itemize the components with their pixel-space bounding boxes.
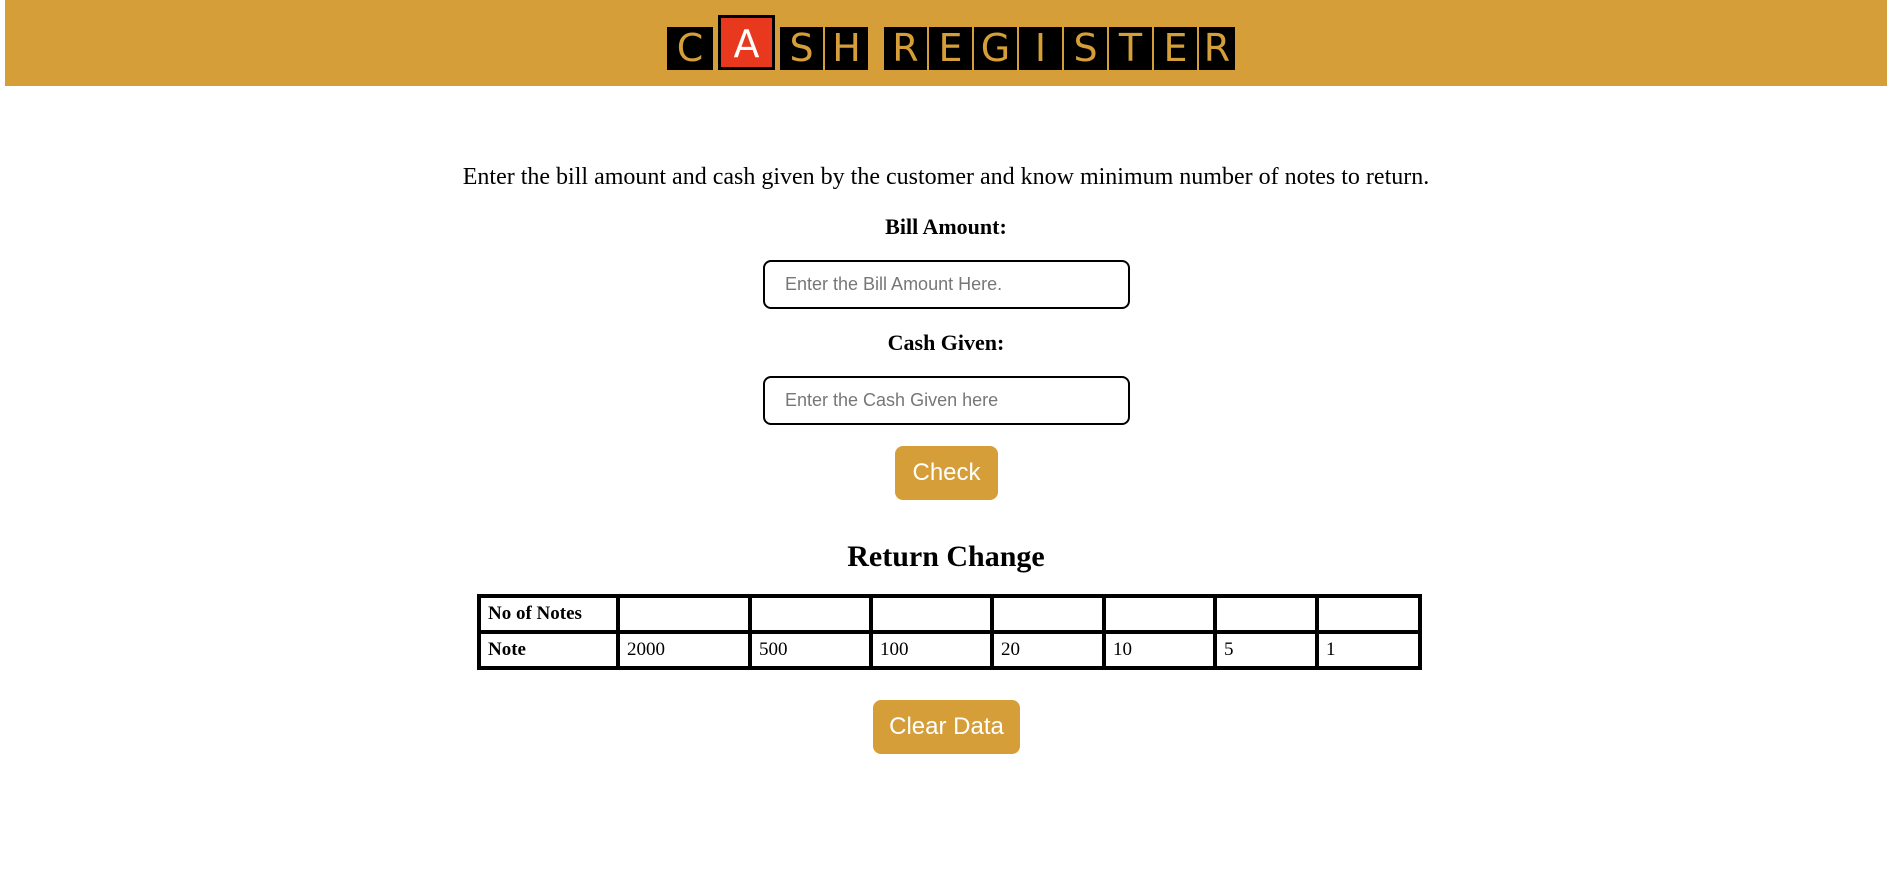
bill-amount-label: Bill Amount: [885, 214, 1007, 239]
return-change-title: Return Change [847, 540, 1045, 573]
return-change-table: No of Notes Note 2000 500 100 20 10 5 1 [477, 594, 1422, 670]
logo-letter: G [974, 27, 1017, 70]
logo-letter: H [825, 27, 868, 70]
clear-data-button[interactable]: Clear Data [873, 700, 1020, 754]
logo-letter: T [1109, 27, 1152, 70]
table-cell: 5 [1213, 630, 1319, 670]
logo-letter: E [1154, 27, 1197, 70]
table-cell [616, 594, 752, 634]
table-cell: 500 [748, 630, 873, 670]
logo-letter: R [1199, 27, 1235, 70]
logo-letter: S [1064, 27, 1107, 70]
table-cell [1315, 594, 1422, 634]
logo-letter: I [1019, 27, 1062, 70]
table-cell [1102, 594, 1217, 634]
table-cell [869, 594, 994, 634]
logo-letter: C [667, 27, 713, 70]
table-row: Note 2000 500 100 20 10 5 1 [477, 630, 1422, 670]
header-bar: C A S H R E G I S T E R [5, 0, 1887, 86]
table-cell: 20 [990, 630, 1106, 670]
table-cell: 1 [1315, 630, 1422, 670]
row-header-note: Note [477, 630, 620, 670]
logo-letter: R [884, 27, 927, 70]
table-cell [748, 594, 873, 634]
cash-given-input[interactable] [763, 376, 1130, 425]
cash-given-label: Cash Given: [887, 330, 1005, 355]
table-cell: 100 [869, 630, 994, 670]
table-cell: 2000 [616, 630, 752, 670]
logo-letter-highlight: A [718, 15, 775, 70]
table-cell [1213, 594, 1319, 634]
table-cell: 10 [1102, 630, 1217, 670]
bill-amount-input[interactable] [763, 260, 1130, 309]
table-row: No of Notes [477, 594, 1422, 634]
intro-text: Enter the bill amount and cash given by … [462, 164, 1430, 190]
table-cell [990, 594, 1106, 634]
check-button[interactable]: Check [895, 446, 998, 500]
logo-letter: S [780, 27, 823, 70]
logo-letter: E [929, 27, 972, 70]
row-header-no-of-notes: No of Notes [477, 594, 620, 634]
